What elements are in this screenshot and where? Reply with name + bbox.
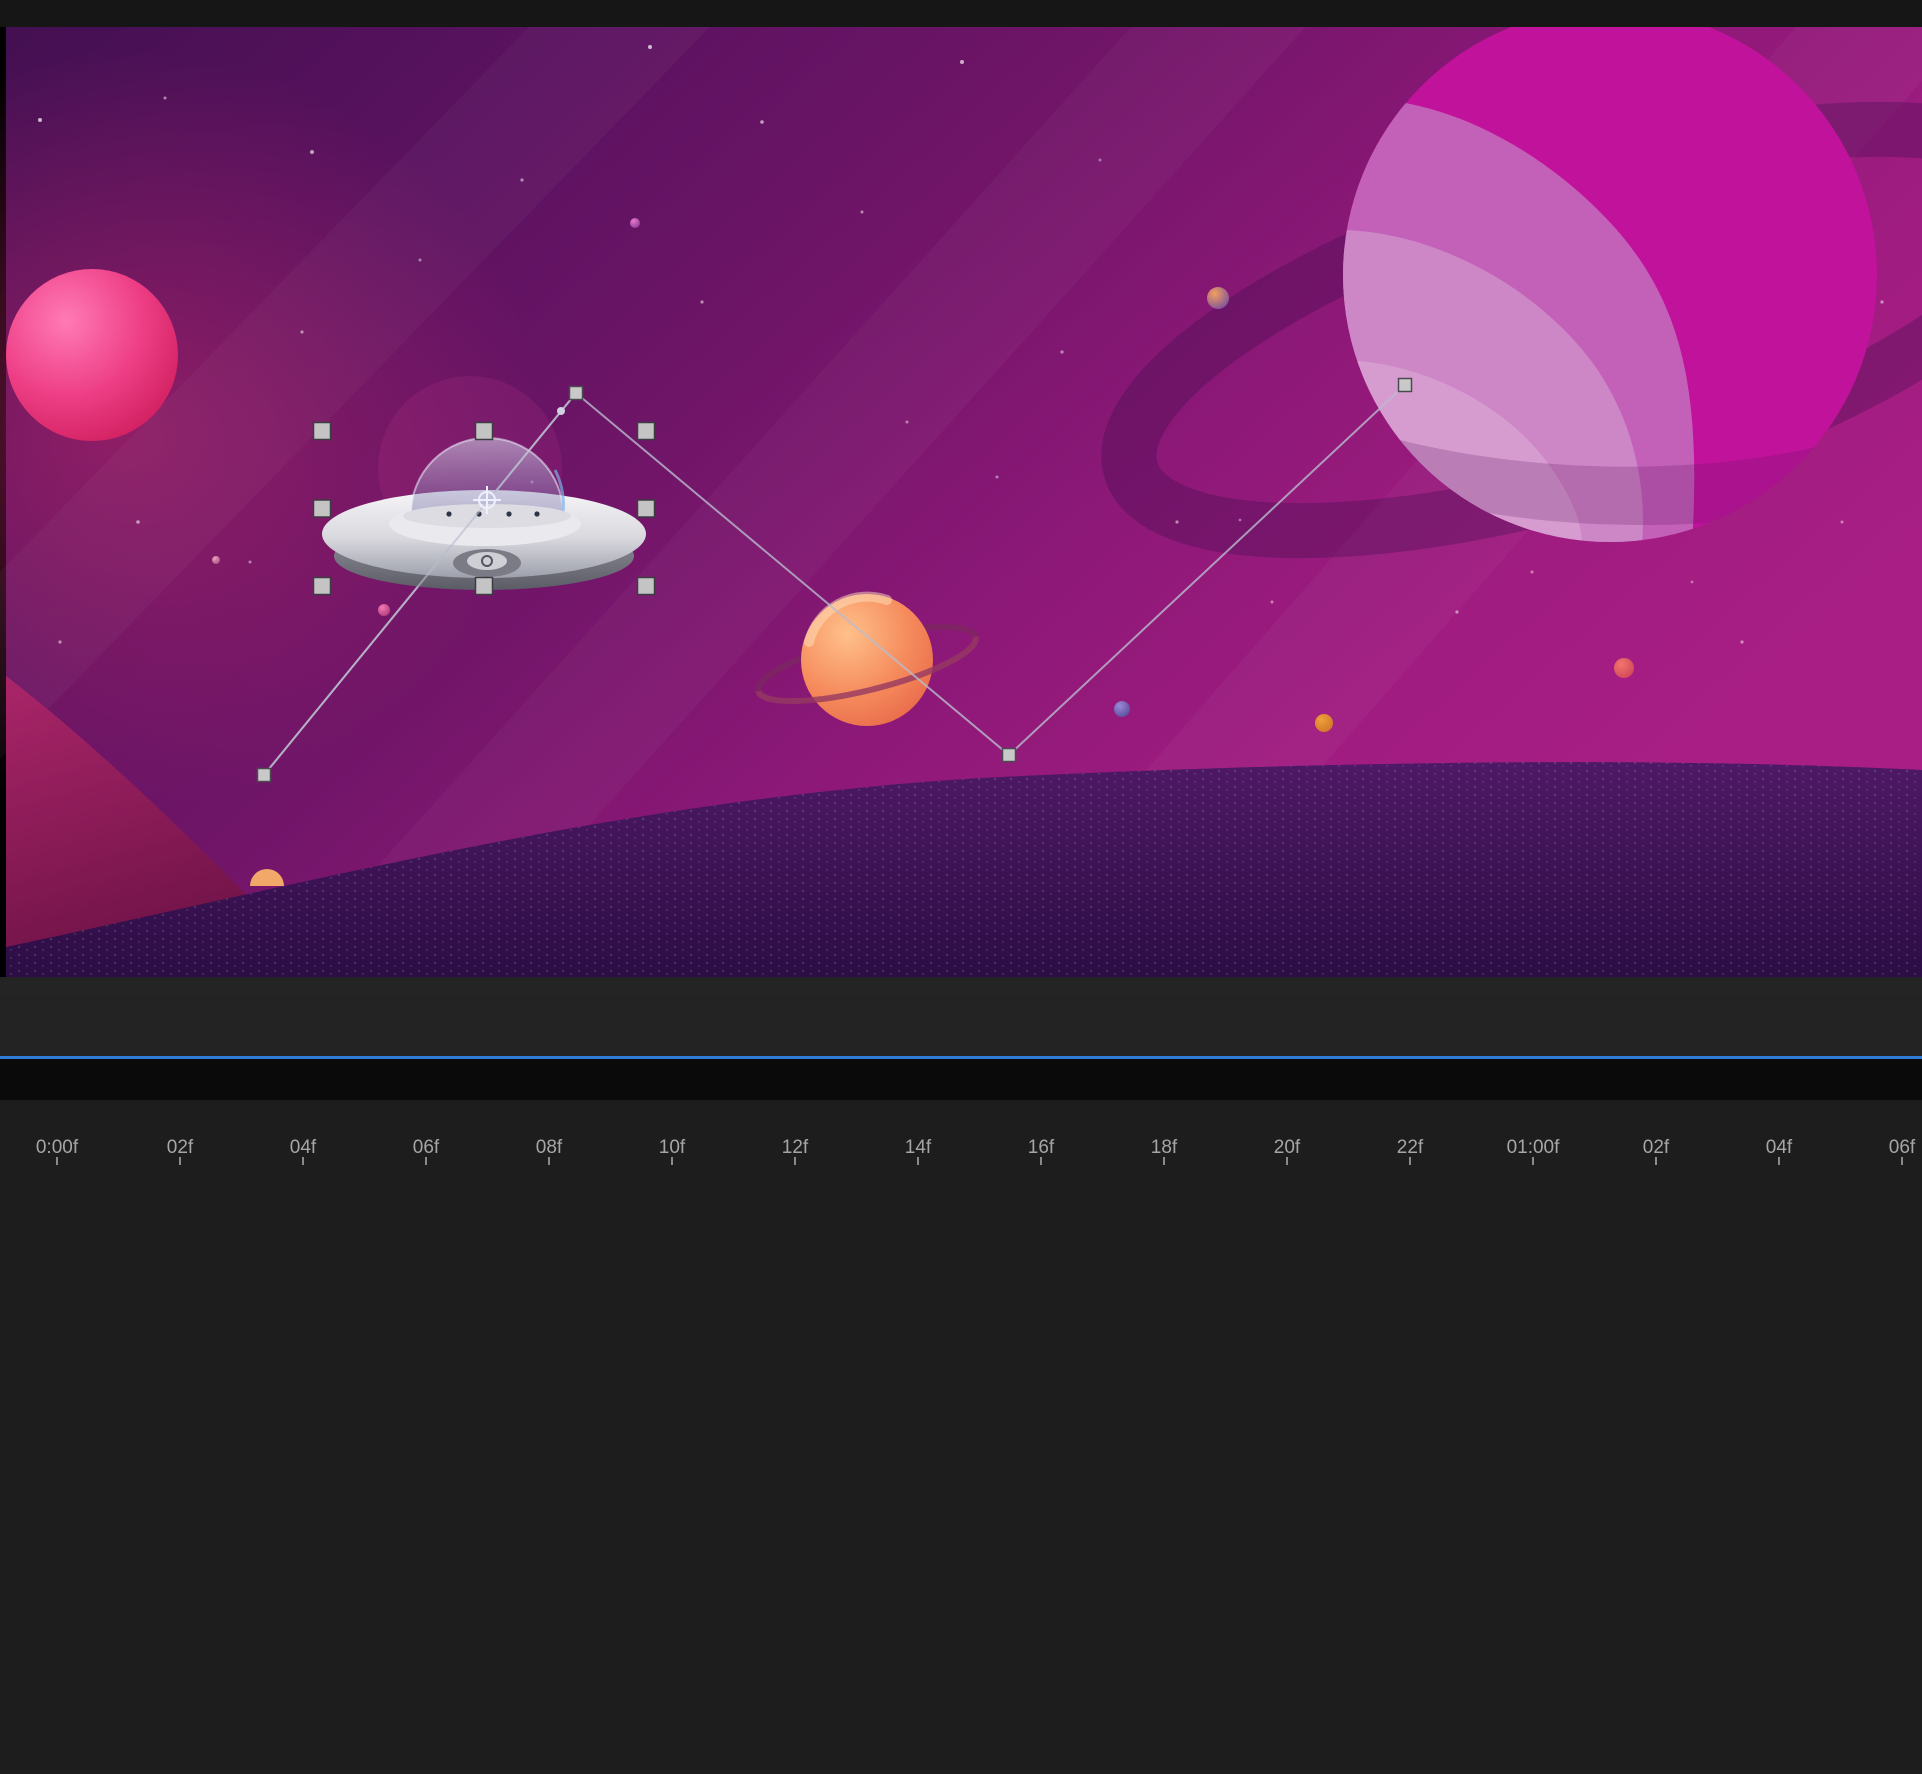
composition-viewport[interactable] (0, 27, 1922, 977)
ruler-tick (1901, 1157, 1903, 1165)
ruler-tick (302, 1157, 304, 1165)
selection-handle[interactable] (638, 423, 655, 440)
ruler-label: 12f (750, 1137, 840, 1159)
ruler-tick (1778, 1157, 1780, 1165)
ruler-label: 18f (1119, 1137, 1209, 1159)
ruler-tick (794, 1157, 796, 1165)
ruler-tick (179, 1157, 181, 1165)
ruler-tick (1040, 1157, 1042, 1165)
viewer-toolbar: +0.0 0:00:00:03 无 (0, 995, 1922, 1056)
motion-path-keyframe[interactable] (570, 387, 583, 400)
ruler-tick (1409, 1157, 1411, 1165)
selection-handle[interactable] (476, 423, 493, 440)
ruler-tick (1532, 1157, 1534, 1165)
ruler-label: 02f (1611, 1137, 1701, 1159)
ruler-label: 02f (135, 1137, 225, 1159)
graph-editor-panel: 4000像素/秒3000200010000 (0, 1100, 1922, 1774)
ruler-label: 01:00f (1488, 1137, 1578, 1159)
ruler-label: 20f (1242, 1137, 1332, 1159)
selection-handle[interactable] (638, 500, 655, 517)
ruler-tick (917, 1157, 919, 1165)
selection-handle[interactable] (314, 578, 331, 595)
ruler-tick (56, 1157, 58, 1165)
ruler-tick (548, 1157, 550, 1165)
ruler-label: 04f (1734, 1137, 1824, 1159)
ruler-tick (425, 1157, 427, 1165)
ruler-tick (1286, 1157, 1288, 1165)
ruler-label: 16f (996, 1137, 1086, 1159)
comp-viewport-top-border (0, 0, 1922, 27)
motion-path-keyframe[interactable] (1003, 749, 1016, 762)
ruler-label: 14f (873, 1137, 963, 1159)
panel-gap (0, 1059, 1922, 1100)
ruler-tick (671, 1157, 673, 1165)
after-effects-window: +0.0 0:00:00:03 无 (0, 0, 1922, 1774)
selection-handle[interactable] (476, 578, 493, 595)
comp-viewport-bottom-border (0, 977, 1922, 995)
ruler-label: 10f (627, 1137, 717, 1159)
ruler-label: 22f (1365, 1137, 1455, 1159)
motion-path-keyframe[interactable] (258, 769, 271, 782)
ruler-label: 08f (504, 1137, 594, 1159)
ruler-tick (1163, 1157, 1165, 1165)
ruler-label: 04f (258, 1137, 348, 1159)
ruler-label: 06f (381, 1137, 471, 1159)
selection-handle[interactable] (314, 423, 331, 440)
ruler-tick (1655, 1157, 1657, 1165)
motion-path-keyframe[interactable] (1399, 379, 1412, 392)
ruler-label: 06f (1857, 1137, 1922, 1159)
selection-handle[interactable] (314, 500, 331, 517)
composition-scene (0, 27, 1922, 977)
selection-handle[interactable] (638, 578, 655, 595)
ruler-label: 0:00f (12, 1137, 102, 1159)
